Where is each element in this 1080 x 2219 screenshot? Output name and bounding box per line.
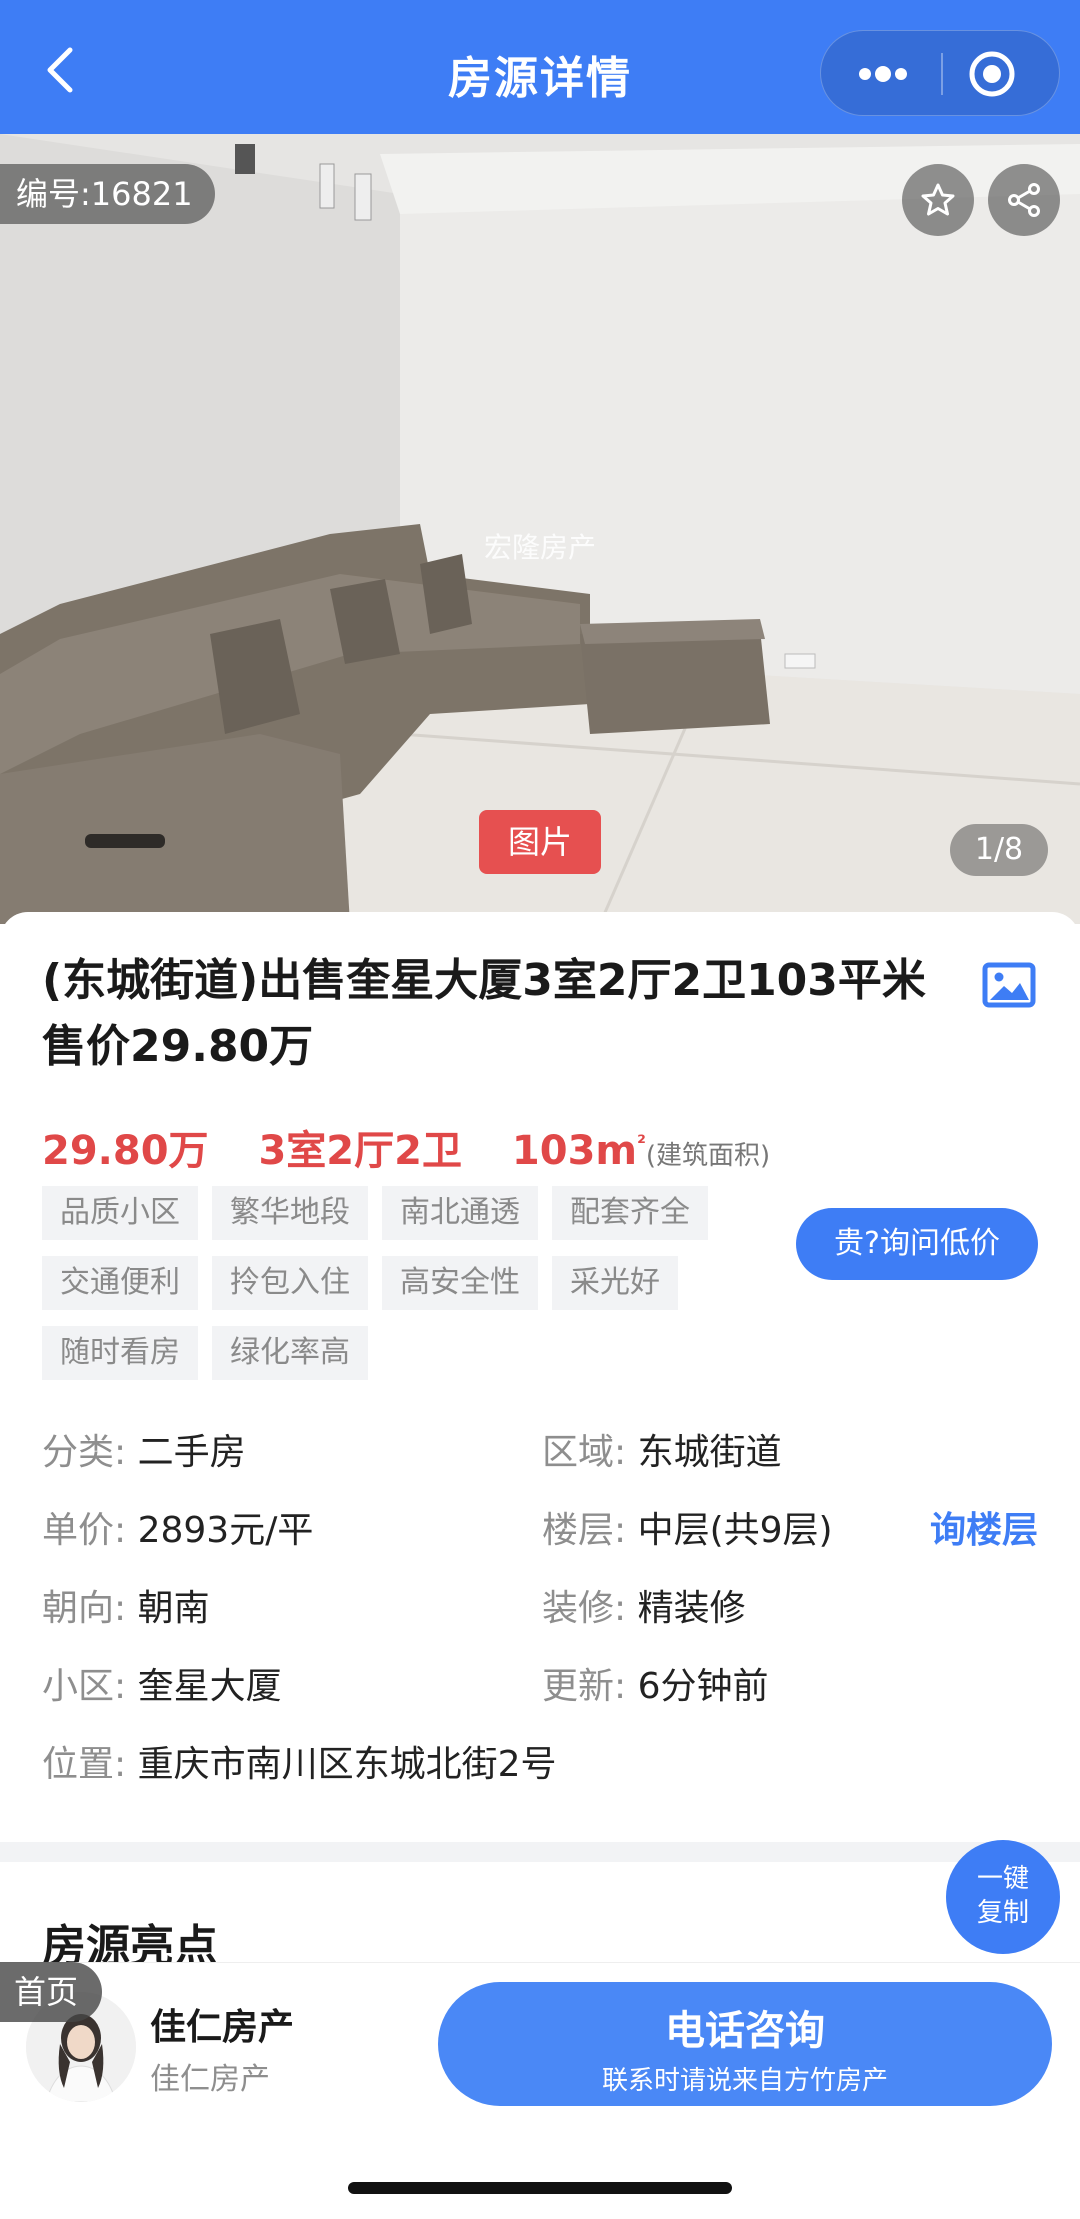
category-value: 二手房 (137, 1432, 246, 1473)
updated-label: 更新: (542, 1666, 627, 1707)
ask-floor-link[interactable]: 询楼层 (930, 1492, 1038, 1570)
decoration-value: 精装修 (637, 1588, 746, 1629)
phone-consult-button[interactable]: 电话咨询 联系时请说来自方竹房产 (438, 1982, 1052, 2106)
target-icon[interactable] (967, 49, 1017, 99)
location-value: 重庆市南川区东城北街2号 (137, 1744, 557, 1785)
listing-card: (东城街道)出售奎星大厦3室2厅2卫103平米 售价29.80万 29.80万 … (0, 912, 1080, 1842)
category-label: 分类: (42, 1432, 127, 1473)
feature-tag: 交通便利 (42, 1256, 198, 1310)
capsule-divider (941, 53, 943, 95)
area: 103m (511, 1128, 638, 1174)
agent-company: 佳仁房产 (150, 2062, 270, 2097)
listing-id-badge: 编号:16821 (0, 164, 215, 224)
floor-value: 中层(共9层) (637, 1510, 833, 1551)
star-icon (921, 183, 955, 216)
info-row: 位置: 重庆市南川区东城北街2号 (42, 1726, 1042, 1804)
price: 29.80万 (42, 1128, 209, 1174)
favorite-button[interactable] (902, 164, 974, 236)
home-indicator (348, 2182, 732, 2194)
feature-tag: 绿化率高 (212, 1326, 368, 1380)
share-button[interactable] (988, 164, 1060, 236)
image-icon[interactable] (982, 962, 1036, 1008)
feature-tag: 繁华地段 (212, 1186, 368, 1240)
agent-name: 佳仁房产 (150, 2007, 295, 2048)
info-row: 分类: 二手房 区域: 东城街道 (42, 1414, 1042, 1492)
feature-tag: 品质小区 (42, 1186, 198, 1240)
copy-label-line1: 一键 (976, 1864, 1029, 1894)
info-row: 朝向: 朝南 装修: 精装修 (42, 1570, 1042, 1648)
feature-tag: 配套齐全 (552, 1186, 708, 1240)
room-layout: 3室2厅2卫 (258, 1128, 462, 1174)
feature-tag: 采光好 (552, 1256, 678, 1310)
feature-tag: 随时看房 (42, 1326, 198, 1380)
share-icon (1008, 183, 1040, 217)
area-note: (建筑面积) (645, 1141, 771, 1171)
unit-price-label: 单价: (42, 1510, 127, 1551)
one-click-copy-button[interactable]: 一键 复制 (946, 1840, 1060, 1954)
community-label: 小区: (42, 1666, 127, 1707)
photo-pager: 1/8 (950, 824, 1048, 876)
floor-label: 楼层: (542, 1510, 627, 1551)
location-label: 位置: (42, 1744, 127, 1785)
updated-value: 6分钟前 (637, 1666, 769, 1707)
more-dots-icon[interactable] (851, 53, 915, 95)
feature-tag: 拎包入住 (212, 1256, 368, 1310)
photo-watermark: 宏隆房产 (483, 531, 596, 564)
feature-tag: 高安全性 (382, 1256, 538, 1310)
call-button-subtitle: 联系时请说来自方竹房产 (601, 2066, 888, 2096)
home-tab-button[interactable]: 首页 (0, 1962, 103, 2022)
community-value: 奎星大厦 (137, 1666, 282, 1707)
section-divider (0, 1842, 1080, 1862)
unit-price-value: 2893元/平 (137, 1510, 314, 1551)
orientation-value: 朝南 (137, 1588, 210, 1629)
area-unit-superscript: ² (637, 1130, 646, 1155)
photo-category-tag[interactable]: 图片 (479, 810, 601, 874)
district-label: 区域: (542, 1432, 627, 1473)
decoration-label: 装修: (542, 1588, 627, 1629)
info-row: 小区: 奎星大厦 更新: 6分钟前 (42, 1648, 1042, 1726)
listing-title: (东城街道)出售奎星大厦3室2厅2卫103平米 售价29.80万 (42, 955, 926, 1072)
top-navigation-bar: 房源详情 (0, 0, 1080, 134)
feature-tags: 品质小区 繁华地段 南北通透 配套齐全 交通便利 拎包入住 高安全性 采光好 随… (42, 1186, 762, 1396)
info-row: 单价: 2893元/平 楼层: 中层(共9层) 询楼层 (42, 1492, 1042, 1570)
district-value: 东城街道 (637, 1432, 782, 1473)
mini-program-capsule (820, 30, 1060, 116)
feature-tag: 南北通透 (382, 1186, 538, 1240)
photo-gallery[interactable]: 编号:16821 宏隆房产 图片 1/8 (0, 134, 1080, 924)
property-info-list: 分类: 二手房 区域: 东城街道 单价: 2893元/平 楼层: 中层(共9层)… (42, 1414, 1042, 1804)
orientation-label: 朝向: (42, 1588, 127, 1629)
call-button-title: 电话咨询 (665, 2008, 825, 2054)
copy-label-line2: 复制 (976, 1898, 1029, 1928)
listing-key-stats: 29.80万 3室2厅2卫 103m²(建筑面积) (42, 1118, 770, 1176)
ask-lower-price-button[interactable]: 贵?询问低价 (796, 1208, 1038, 1280)
